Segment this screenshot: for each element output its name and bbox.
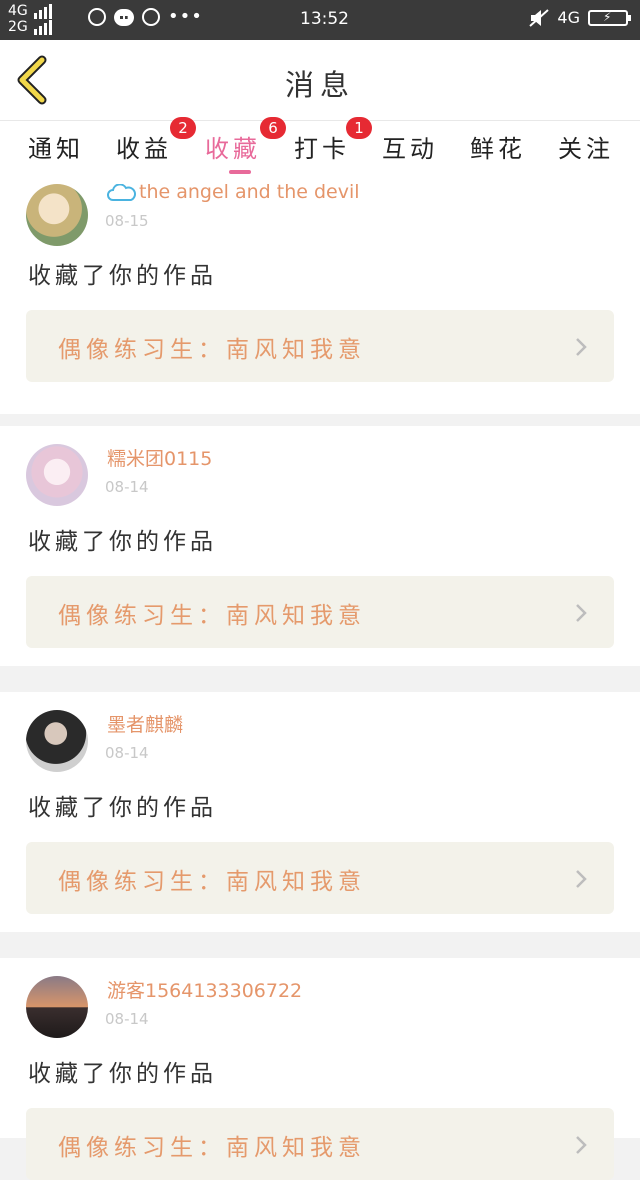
timestamp: 08-14 xyxy=(105,1010,149,1028)
avatar[interactable] xyxy=(26,444,88,506)
action-text: 收藏了你的作品 xyxy=(28,529,217,555)
chevron-right-icon xyxy=(576,338,587,356)
action-text: 收藏了你的作品 xyxy=(28,263,217,289)
battery-icon: ⚡ xyxy=(588,9,631,26)
work-link[interactable]: 偶像练习生：南风知我意 xyxy=(26,310,614,382)
timestamp: 08-14 xyxy=(105,744,149,762)
avatar[interactable] xyxy=(26,184,88,246)
work-link[interactable]: 偶像练习生：南风知我意 xyxy=(26,576,614,648)
timestamp: 08-15 xyxy=(105,212,149,230)
qq-icon xyxy=(142,8,160,26)
notification-card: 游客1564133306722 08-14 收藏了你的作品 偶像练习生：南风知我… xyxy=(0,958,640,1180)
status-bar: 4G 2G ••• 13:52 4G ⚡ xyxy=(0,0,640,40)
network-indicator: 4G 2G xyxy=(8,3,54,35)
tab-favorites[interactable]: 收藏 6 xyxy=(205,117,286,164)
username[interactable]: 游客1564133306722 xyxy=(107,976,302,1003)
tab-bar: 通知 收益 2 收藏 6 打卡 1 互动 鲜花 关注 xyxy=(0,117,640,177)
more-icon: ••• xyxy=(168,6,203,27)
qq-icon xyxy=(88,8,106,26)
tab-earnings[interactable]: 收益 2 xyxy=(116,117,196,164)
notification-card: 糯米团0115 08-14 收藏了你的作品 偶像练习生：南风知我意 xyxy=(0,426,640,666)
timestamp: 08-14 xyxy=(105,478,149,496)
chevron-right-icon xyxy=(576,870,587,888)
tab-flowers[interactable]: 鲜花 xyxy=(470,129,526,164)
unread-badge: 1 xyxy=(346,117,372,139)
action-text: 收藏了你的作品 xyxy=(28,1061,217,1087)
message-icon xyxy=(114,8,134,26)
work-link[interactable]: 偶像练习生：南风知我意 xyxy=(26,842,614,914)
tab-notice[interactable]: 通知 xyxy=(28,129,84,164)
username[interactable]: 糯米团0115 xyxy=(107,444,212,471)
network-type: 4G xyxy=(557,8,580,27)
avatar[interactable] xyxy=(26,710,88,772)
tab-interaction[interactable]: 互动 xyxy=(382,129,438,164)
tab-follow[interactable]: 关注 xyxy=(558,129,614,164)
chevron-right-icon xyxy=(576,1136,587,1154)
work-title: 偶像练习生：南风知我意 xyxy=(58,1135,366,1161)
work-title: 偶像练习生：南风知我意 xyxy=(58,603,366,629)
cloud-icon xyxy=(107,183,136,201)
username[interactable]: 墨者麒麟 xyxy=(107,710,183,737)
work-title: 偶像练习生：南风知我意 xyxy=(58,869,366,895)
avatar[interactable] xyxy=(26,976,88,1038)
mute-icon xyxy=(529,8,550,27)
unread-badge: 6 xyxy=(260,117,286,139)
username[interactable]: the angel and the devil xyxy=(107,181,360,203)
notification-card: the angel and the devil 08-15 收藏了你的作品 偶像… xyxy=(0,174,640,414)
work-title: 偶像练习生：南风知我意 xyxy=(58,337,366,363)
action-text: 收藏了你的作品 xyxy=(28,795,217,821)
notification-card: 墨者麒麟 08-14 收藏了你的作品 偶像练习生：南风知我意 xyxy=(0,692,640,932)
unread-badge: 2 xyxy=(170,117,196,139)
signal-icon xyxy=(34,3,54,19)
signal-icon xyxy=(34,19,54,35)
tab-checkin[interactable]: 打卡 1 xyxy=(294,117,372,164)
header: 消息 xyxy=(0,40,640,121)
work-link[interactable]: 偶像练习生：南风知我意 xyxy=(26,1108,614,1180)
chevron-right-icon xyxy=(576,604,587,622)
clock: 13:52 xyxy=(300,9,349,29)
page-title: 消息 xyxy=(284,68,355,102)
